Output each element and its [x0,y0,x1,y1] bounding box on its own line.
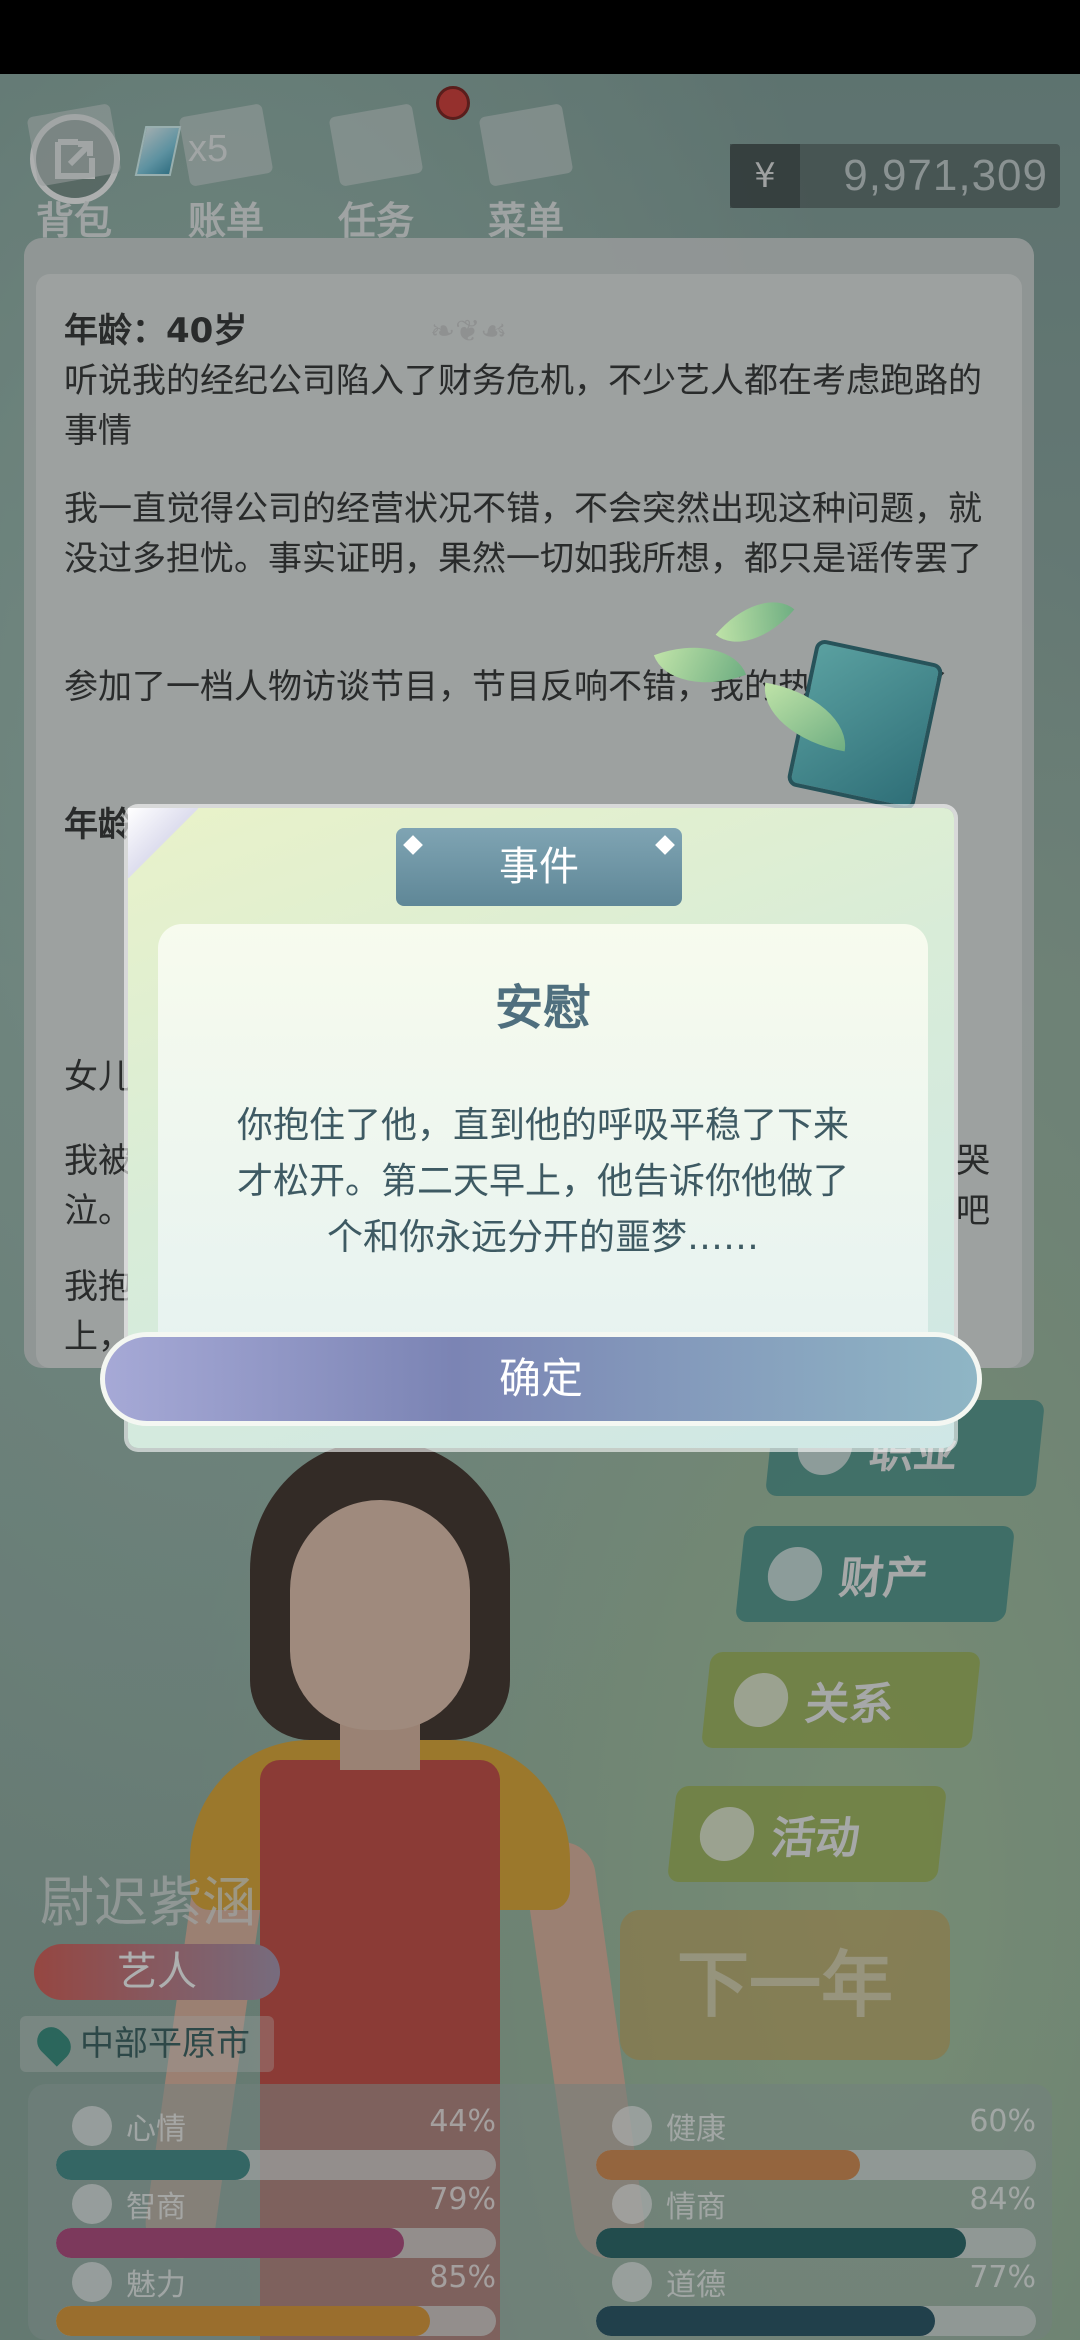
confirm-button[interactable]: 确定 [100,1332,982,1426]
event-header-label: 事件 [499,844,579,890]
event-modal: 事件 安慰 你抱住了他，直到他的呼吸平稳了下来 才松开。第二天早上，他告诉你他做… [100,808,982,1448]
status-bar [0,0,1080,74]
diamond-ornament-icon [655,835,675,855]
event-message-line: 才松开。第二天早上，他告诉你他做了 [236,1161,849,1202]
diamond-ornament-icon [403,835,423,855]
event-title: 安慰 [494,980,591,1036]
event-message-line: 你抱住了他，直到他的呼吸平稳了下来 [236,1105,849,1146]
event-message-line: 个和你永远分开的噩梦…… [326,1217,759,1258]
event-message: 你抱住了他，直到他的呼吸平稳了下来 才松开。第二天早上，他告诉你他做了 个和你永… [198,1098,888,1266]
event-header: 事件 [396,828,682,906]
